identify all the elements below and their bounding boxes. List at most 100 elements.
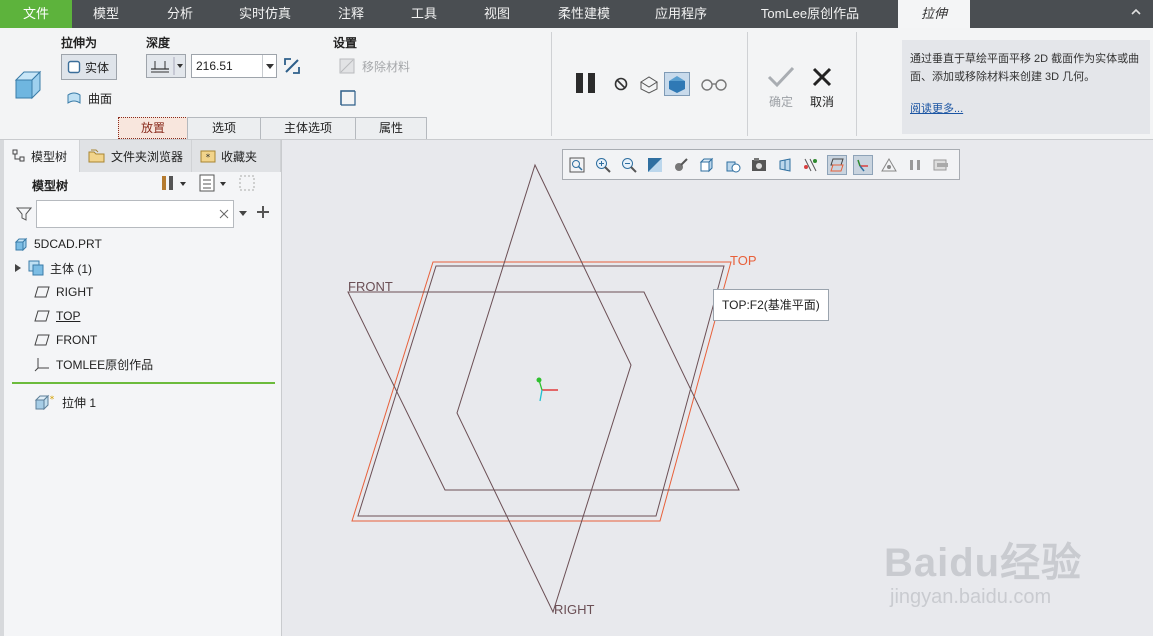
body-icon xyxy=(28,260,44,276)
expand-arrow-icon[interactable] xyxy=(14,263,22,273)
tree-item-part[interactable]: 5DCAD.PRT xyxy=(14,234,102,254)
thicken-sketch-icon[interactable] xyxy=(340,90,356,106)
perspective-button[interactable] xyxy=(775,155,795,175)
watermark-brand: Baidu经验 xyxy=(884,541,1083,585)
saved-orientation-icon xyxy=(675,157,688,171)
csys-display-icon xyxy=(857,159,868,171)
menu-file[interactable]: 文件 xyxy=(0,0,72,28)
no-preview-icon[interactable] xyxy=(613,76,629,92)
depth-value-input[interactable]: 216.51 xyxy=(191,54,277,78)
verify-glasses-icon[interactable] xyxy=(700,76,728,92)
refit-button[interactable] xyxy=(567,155,587,175)
menu-applications[interactable]: 应用程序 xyxy=(642,0,720,28)
filter-tree-icon[interactable] xyxy=(238,174,258,192)
tree-item-right-label: RIGHT xyxy=(56,285,94,299)
tree-item-right[interactable]: RIGHT xyxy=(34,282,93,302)
tab-options[interactable]: 选项 xyxy=(187,117,261,139)
tab-folder-browser[interactable]: 文件夹浏览器 xyxy=(80,140,192,172)
named-views-button[interactable] xyxy=(723,155,743,175)
top-plane-inner[interactable] xyxy=(357,265,725,517)
tree-item-body[interactable]: 主体 (1) xyxy=(14,258,92,278)
pause-render-button[interactable] xyxy=(905,155,925,175)
depth-value-dropdown[interactable] xyxy=(262,55,276,77)
front-plane[interactable] xyxy=(347,291,740,491)
surface-button[interactable]: 曲面 xyxy=(66,88,112,108)
menu-analysis[interactable]: 分析 xyxy=(152,0,208,28)
plane-display-button[interactable] xyxy=(827,154,847,175)
menu-realtime-sim[interactable]: 实时仿真 xyxy=(226,0,304,28)
show-options-icon[interactable] xyxy=(198,174,228,192)
datum-plane-icon xyxy=(34,334,50,346)
tab-placement[interactable]: 放置 xyxy=(118,117,188,139)
menu-annotate[interactable]: 注释 xyxy=(323,0,379,28)
help-text: 通过垂直于草绘平面平移 2D 截面作为实体或曲面、添加或移除材料来创建 3D 几… xyxy=(910,53,1140,83)
collapse-ribbon-icon[interactable] xyxy=(1129,5,1143,19)
annotation-display-button[interactable] xyxy=(853,154,873,175)
menu-tools[interactable]: 工具 xyxy=(396,0,452,28)
tab-extrude[interactable]: 拉伸 xyxy=(898,0,970,28)
coordinate-triad-icon xyxy=(536,377,558,402)
plane-display-icon xyxy=(830,158,844,171)
spin-center-button[interactable] xyxy=(671,155,691,175)
zoom-out-button[interactable] xyxy=(619,155,639,175)
clear-search-icon[interactable] xyxy=(219,209,229,219)
tree-search-input[interactable] xyxy=(36,200,234,228)
display-style-button[interactable] xyxy=(697,155,717,175)
chevron-down-icon xyxy=(266,64,274,69)
menu-tomlee[interactable]: TomLee原创作品 xyxy=(750,0,870,28)
tree-item-front-label: FRONT xyxy=(56,333,98,347)
model-tree-title: 模型树 xyxy=(32,179,69,193)
tab-favorites[interactable]: * 收藏夹 xyxy=(192,140,281,172)
repaint-button[interactable] xyxy=(645,155,665,175)
tab-favorites-label: 收藏夹 xyxy=(221,149,258,164)
spin-center-toggle[interactable] xyxy=(879,155,899,175)
ribbon-tab-strip: 放置 选项 主体选项 属性 xyxy=(118,117,427,139)
tree-item-top[interactable]: TOP xyxy=(34,306,80,326)
repaint-icon xyxy=(648,157,662,172)
filter-icon[interactable] xyxy=(16,206,32,222)
ok-button[interactable]: 确定 xyxy=(766,64,796,110)
panel-tabs: 模型树 文件夹浏览器 * 收藏夹 xyxy=(4,140,281,172)
tab-model-tree[interactable]: 模型树 xyxy=(4,140,80,172)
view-manager-button[interactable] xyxy=(749,155,769,175)
menu-flexible-modeling[interactable]: 柔性建模 xyxy=(546,0,622,28)
annotation-toggle[interactable] xyxy=(931,155,951,175)
blind-depth-icon xyxy=(151,57,183,75)
watermark-url: jingyan.baidu.com xyxy=(890,586,1052,608)
insert-indicator[interactable] xyxy=(12,382,275,384)
search-dropdown-icon[interactable] xyxy=(238,210,248,218)
tab-model-tree-label: 模型树 xyxy=(31,149,68,164)
top-plane-label[interactable]: TOP xyxy=(730,253,757,268)
datum-display-button[interactable] xyxy=(801,155,821,175)
ribbon-separator xyxy=(856,32,857,136)
menu-view[interactable]: 视图 xyxy=(469,0,525,28)
cancel-label: 取消 xyxy=(809,95,834,109)
tree-item-extrude[interactable]: * 拉伸 1 xyxy=(34,392,96,412)
menu-model[interactable]: 模型 xyxy=(78,0,134,28)
solid-button[interactable]: 实体 xyxy=(61,54,117,80)
depth-type-dropdown[interactable] xyxy=(146,54,186,78)
add-filter-icon[interactable] xyxy=(256,205,270,219)
remove-material-button[interactable]: 移除材料 xyxy=(338,57,410,75)
close-icon xyxy=(812,67,832,87)
tree-item-csys[interactable]: TOMLEE原创作品 xyxy=(34,354,153,374)
cancel-button[interactable]: 取消 xyxy=(808,64,836,110)
solid-label: 实体 xyxy=(85,60,110,75)
panel-edge[interactable] xyxy=(0,140,4,636)
tab-body-options[interactable]: 主体选项 xyxy=(260,117,356,139)
selection-tooltip: TOP:F2(基准平面) xyxy=(713,289,829,321)
tree-item-front[interactable]: FRONT xyxy=(34,330,97,350)
preview-shaded-icon[interactable] xyxy=(664,72,690,96)
pause-icon[interactable] xyxy=(574,71,598,95)
extrude-as-label: 拉伸为 xyxy=(61,36,98,50)
read-more-link[interactable]: 阅读更多... xyxy=(910,100,1142,118)
tab-properties[interactable]: 属性 xyxy=(355,117,427,139)
right-plane[interactable] xyxy=(456,163,632,614)
flip-direction-icon[interactable] xyxy=(282,56,302,76)
preview-wire-icon[interactable] xyxy=(638,74,660,94)
front-plane-label[interactable]: FRONT xyxy=(348,279,393,294)
tree-settings-icon[interactable] xyxy=(160,174,188,192)
zoom-in-button[interactable] xyxy=(593,155,613,175)
extrude-feature-icon xyxy=(14,70,42,100)
right-plane-label[interactable]: RIGHT xyxy=(554,602,594,617)
